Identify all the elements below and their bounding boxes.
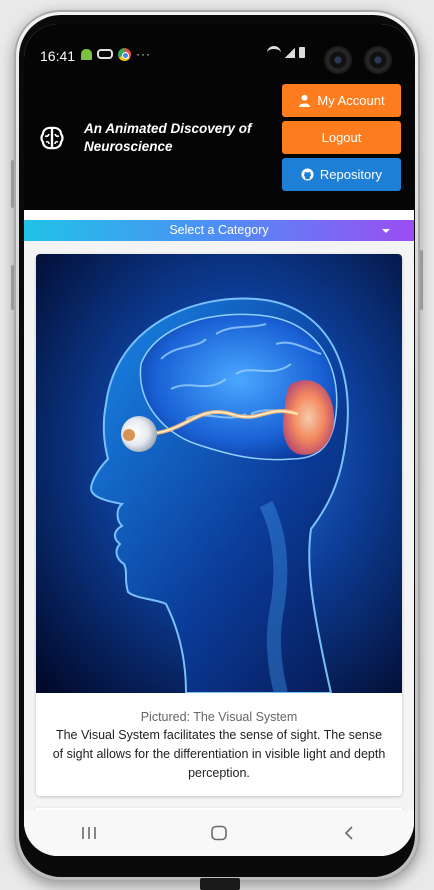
home-button[interactable]: [194, 818, 244, 848]
recents-button[interactable]: [64, 818, 114, 848]
category-select[interactable]: Select a Category: [24, 220, 414, 241]
category-select-value: Select a Category: [169, 223, 269, 237]
status-time: 16:41: [40, 48, 76, 64]
android-navigation-bar: [24, 810, 414, 856]
visual-system-illustration: [36, 254, 402, 693]
header-spacer: [24, 210, 414, 220]
my-account-button[interactable]: My Account: [282, 84, 401, 117]
app-title: An Animated Discovery of Neuroscience: [84, 121, 252, 154]
chevron-down-icon: [382, 229, 390, 233]
android-icon: [81, 48, 92, 60]
logout-label: Logout: [321, 130, 362, 145]
user-icon: [299, 94, 311, 107]
usb-cable: [200, 878, 240, 890]
topic-card[interactable]: Pictured: The Visual System The Visual S…: [36, 254, 402, 796]
system-icons: [267, 46, 305, 59]
phone-screen: 16:41 ··· An Animated Discovery of Neuro…: [24, 24, 414, 856]
front-camera-icon: [366, 48, 390, 72]
logout-button[interactable]: Logout: [282, 121, 401, 154]
repository-button[interactable]: Repository: [282, 158, 401, 191]
card-caption: Pictured: The Visual System The Visual S…: [52, 708, 386, 783]
chrome-icon: [118, 47, 131, 61]
recents-icon: [82, 827, 96, 839]
caption-title: Pictured: The Visual System: [140, 710, 298, 724]
visual-system-image: [36, 254, 402, 693]
home-icon: [211, 825, 227, 841]
power-button: [420, 250, 423, 310]
brain-icon: [40, 126, 64, 150]
volume-button: [11, 160, 14, 208]
back-icon: [344, 826, 353, 840]
brand[interactable]: An Animated Discovery of Neuroscience: [38, 120, 259, 156]
my-account-label: My Account: [317, 93, 385, 108]
battery-icon: [299, 47, 305, 58]
notification-icons: ···: [81, 47, 151, 61]
bixby-button: [11, 265, 14, 310]
signal-icon: [285, 47, 295, 58]
front-camera-icon: [326, 48, 350, 72]
more-notifications: ···: [136, 47, 151, 61]
app-header: 16:41 ··· An Animated Discovery of Neuro…: [24, 24, 414, 210]
link-icon: [97, 49, 113, 59]
caption-body: The Visual System facilitates the sense …: [52, 728, 386, 780]
github-icon: [301, 168, 314, 181]
wifi-icon: [267, 46, 281, 59]
status-bar: 16:41 ···: [24, 24, 414, 84]
repository-label: Repository: [319, 167, 383, 182]
back-button[interactable]: [324, 818, 374, 848]
